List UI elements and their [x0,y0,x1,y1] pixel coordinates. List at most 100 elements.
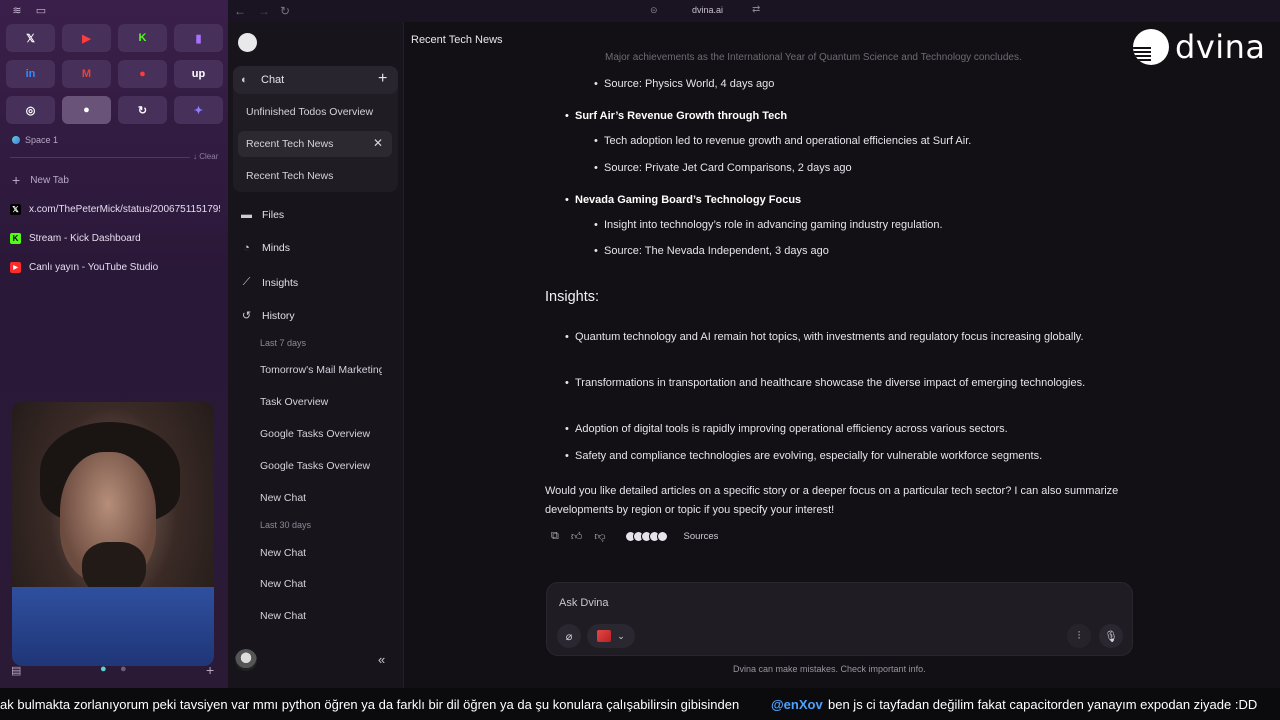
history-item[interactable]: Google Tasks Overview [260,428,382,440]
chat-icon: ◐ [241,74,248,86]
new-tab-button[interactable]: + New Tab [12,172,69,188]
add-space-icon[interactable]: + [206,662,214,678]
pinned-tab[interactable]: 𝕏 [6,24,55,52]
chat-label: Chat [261,74,285,86]
nav-insights[interactable]: ⟋ Insights [240,276,299,289]
site-settings-icon[interactable]: ⊝ [650,5,658,16]
gmail-icon: M [81,68,92,80]
arc-logo-icon[interactable]: ≋ [10,4,24,18]
chart-icon: ⟋ [242,276,251,288]
insight-item: Quantum technology and AI remain hot top… [565,328,1115,347]
avatar[interactable] [235,649,257,671]
reload-icon[interactable]: ↻ [280,4,290,18]
history-item[interactable]: Google Tasks Overview [260,460,382,472]
divider [10,157,190,158]
webcam-jacket [12,587,214,666]
space-label: Space 1 [25,135,59,145]
sync-icon: ↻ [137,104,148,117]
pinned-tab[interactable]: in [6,60,55,88]
microphone-icon[interactable]: 🎙︎ [1099,624,1123,648]
tab-item[interactable]: ▶ Canlı yayın - YouTube Studio [10,256,220,278]
settings-sliders-icon[interactable]: ⫶ [1067,624,1091,648]
kick-icon: K [138,32,147,44]
nav-label: History [262,309,295,322]
collapse-sidebar-icon[interactable]: « [378,652,385,667]
history-icon: ↺ [241,310,252,322]
brand-wordmark: dvina [1175,28,1266,66]
chat-header[interactable]: ◐ Chat + [233,66,398,94]
story-title: Surf Air’s Revenue Growth through Tech [565,110,787,122]
nav-history[interactable]: ↺ History [240,309,295,323]
nav-files[interactable]: ▬ Files [240,209,284,221]
pinned-tab[interactable]: ◎ [6,96,55,124]
history-item[interactable]: New Chat [260,492,382,504]
thumbs-up-icon[interactable]: 👍︎ [571,530,583,543]
browser-sidebar-toolbar: ≋ ▭ [0,0,228,22]
tab-item[interactable]: K Stream - Kick Dashboard [10,227,220,249]
pinned-tab[interactable]: ● [62,96,111,124]
ticker-text: ben js ci tayfadan değilim fakat capacit… [828,697,1258,712]
model-selector[interactable]: ⌄ [587,624,635,648]
chat-item[interactable]: Recent Tech News [238,163,392,189]
gemini-icon: ✦ [193,104,204,117]
history-item[interactable]: New Chat [260,578,382,590]
attach-icon[interactable]: ⌀ [557,624,581,648]
pinned-tab[interactable]: ✦ [174,96,223,124]
history-item[interactable]: Task Overview [260,396,382,408]
app-sidebar: ◐ Chat + Unfinished Todos Overview Recen… [228,22,404,688]
ticker-handle: @enXov [771,697,823,712]
dvina-mark-icon [1133,29,1169,65]
chat-item-label: Unfinished Todos Overview [246,106,374,118]
chat-item-active[interactable]: Recent Tech News ✕ [238,131,392,157]
chat-ticker: ak bulmakta zorlanıyorum peki tavsiyen v… [0,688,1280,720]
pinned-tab[interactable]: M [62,60,111,88]
sources-button[interactable]: Sources [684,531,719,542]
nav-minds[interactable]: ◔ Minds [240,242,290,254]
source-icon [656,531,668,542]
toggle-icon[interactable]: ⇄ [752,4,760,15]
history-item[interactable]: New Chat [260,610,382,622]
x-icon: 𝕏 [26,32,35,45]
twitch-icon: ▮ [195,32,202,45]
forward-icon[interactable]: → [258,4,270,18]
history-item[interactable]: Tomorrow's Mail Marketing [260,364,382,376]
insight-item: Transformations in transportation and he… [565,374,1115,393]
history-item[interactable]: New Chat [260,547,382,559]
address-bar[interactable]: dvina.ai [692,5,723,15]
pinned-tab[interactable]: ▮ [174,24,223,52]
youtube-icon: ▶ [82,32,91,45]
pinned-tab[interactable]: up [174,60,223,88]
chat-item[interactable]: Unfinished Todos Overview [238,99,392,125]
pinned-tab[interactable]: K [118,24,167,52]
space-indicator[interactable]: Space 1 [12,135,58,145]
space-dot-icon[interactable]: ● [100,663,107,675]
thumbs-down-icon[interactable]: 👎︎ [594,530,605,543]
clear-tabs-button[interactable]: ↓ Clear [193,152,218,161]
pinned-tab[interactable]: ● [118,60,167,88]
space-dot-icon[interactable]: ● [120,663,127,675]
tab-label: Canlı yayın - YouTube Studio [29,261,159,273]
dvina-icon: ● [83,104,90,116]
sidebar-toggle-icon[interactable]: ▭ [34,4,48,18]
browser-topbar: ← → ↻ ⊝ dvina.ai ⇄ [228,0,1280,22]
new-chat-button[interactable]: + [378,70,387,88]
pinned-tab[interactable]: ↻ [118,96,167,124]
back-icon[interactable]: ← [234,4,246,18]
clear-label: Clear [199,152,219,161]
webcam-overlay [12,402,214,666]
insight-item: Adoption of digital tools is rapidly imp… [565,420,1115,439]
close-icon[interactable]: ✕ [373,136,383,150]
ticker-text: ak bulmakta zorlanıyorum peki tavsiyen v… [0,697,740,712]
disclaimer: Dvina can make mistakes. Check important… [733,664,926,674]
sources-favicons[interactable] [624,531,668,542]
dvina-logo-icon[interactable] [238,33,257,52]
chevron-down-icon: ⌄ [617,630,625,641]
story-detail: Tech adoption led to revenue growth and … [594,135,971,147]
tab-item[interactable]: 𝕏 x.com/ThePeterMick/status/200675115179… [10,198,220,220]
ask-input[interactable]: Ask Dvina [559,597,609,609]
copy-icon[interactable]: ⧉ [551,530,559,543]
chat-item-label: Recent Tech News [246,170,334,182]
pinned-tab[interactable]: ▶ [62,24,111,52]
archive-icon[interactable]: ▤ [11,664,21,677]
story-source: Source: Physics World, 4 days ago [594,78,774,90]
